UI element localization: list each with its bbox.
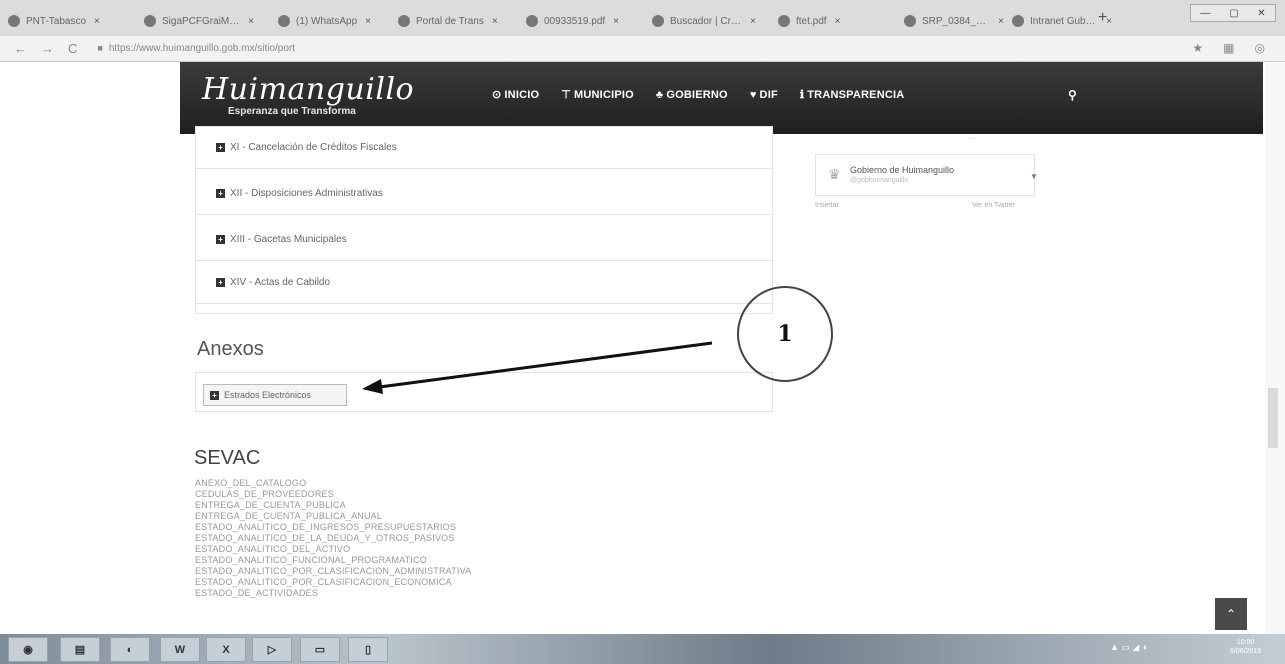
sevac-link[interactable]: ESTADO_ANALITICO_DEL_ACTIVO (195, 544, 471, 555)
sevac-link[interactable]: ESTADO_DE_ACTIVIDADES (195, 588, 471, 599)
scrollbar[interactable] (1265, 62, 1285, 634)
twitter-top-text: ... (970, 134, 976, 141)
taskbar-app[interactable]: ▭ (300, 637, 340, 662)
twitter-embed-link[interactable]: Insertar (815, 202, 839, 209)
taskbar-app[interactable]: ▷ (252, 637, 292, 662)
twitter-account-name[interactable]: Gobierno de Huimanguillo (850, 165, 954, 175)
scrollbar-thumb[interactable] (1268, 388, 1278, 448)
sevac-link[interactable]: ENTREGA_DE_CUENTA_PUBLICA_ANUAL (195, 511, 471, 522)
twitter-avatar[interactable]: ♛ (828, 166, 841, 183)
twitter-view-link[interactable]: Ver en Twitter (972, 202, 1015, 209)
sevac-link[interactable]: ESTADO_ANALITICO_DE_LA_DEUDA_Y_OTROS_PAS… (195, 533, 471, 544)
chevron-down-icon[interactable]: ▼ (1030, 172, 1038, 181)
system-tray: ▲ ▭ ◢ ◖ (1110, 642, 1148, 652)
clock-date: 8/06/2019 (1230, 648, 1262, 655)
sevac-link[interactable]: ENTREGA_DE_CUENTA_PUBLICA (195, 500, 471, 511)
sevac-heading: SEVAC (194, 447, 261, 469)
taskbar-app[interactable]: ◉ (8, 637, 48, 662)
sevac-link[interactable]: ESTADO_ANALITICO_DE_INGRESOS_PRESUPUESTA… (195, 522, 471, 533)
annotation-number: 1 (777, 321, 793, 347)
taskbar-app[interactable]: ▤ (60, 637, 100, 662)
clock-time: 10:00 (1236, 639, 1255, 646)
annotation-circle: 1 (737, 286, 833, 382)
chevron-up-icon: ⌃ (1225, 607, 1237, 621)
sevac-link[interactable]: ESTADO_ANALITICO_POR_CLASIFICACION_ECONO… (195, 577, 471, 588)
sevac-link[interactable]: CEDULAS_DE_PROVEEDORES (195, 489, 471, 500)
twitter-handle[interactable]: @gobhuimanguillo (850, 177, 908, 184)
sevac-list: ANEXO_DEL_CATALOGO CEDULAS_DE_PROVEEDORES… (195, 478, 471, 599)
taskbar-app[interactable]: W (160, 637, 200, 662)
taskbar-clock: 10:00 8/06/2019 (1230, 638, 1261, 656)
annotation-arrow (362, 341, 713, 394)
taskbar-app[interactable]: X (206, 637, 246, 662)
twitter-widget (815, 154, 1035, 196)
taskbar-app[interactable]: ◐ (110, 637, 150, 662)
taskbar-app[interactable]: ▯ (348, 637, 388, 662)
scroll-to-top-button[interactable]: ⌃ (1215, 598, 1247, 630)
sevac-link[interactable]: ANEXO_DEL_CATALOGO (195, 478, 471, 489)
sevac-link[interactable]: ESTADO_ANALITICO_POR_CLASIFICACION_ADMIN… (195, 566, 471, 577)
sevac-link[interactable]: ESTADO_ANALITICO_FUNCIONAL_PROGRAMATICO (195, 555, 471, 566)
